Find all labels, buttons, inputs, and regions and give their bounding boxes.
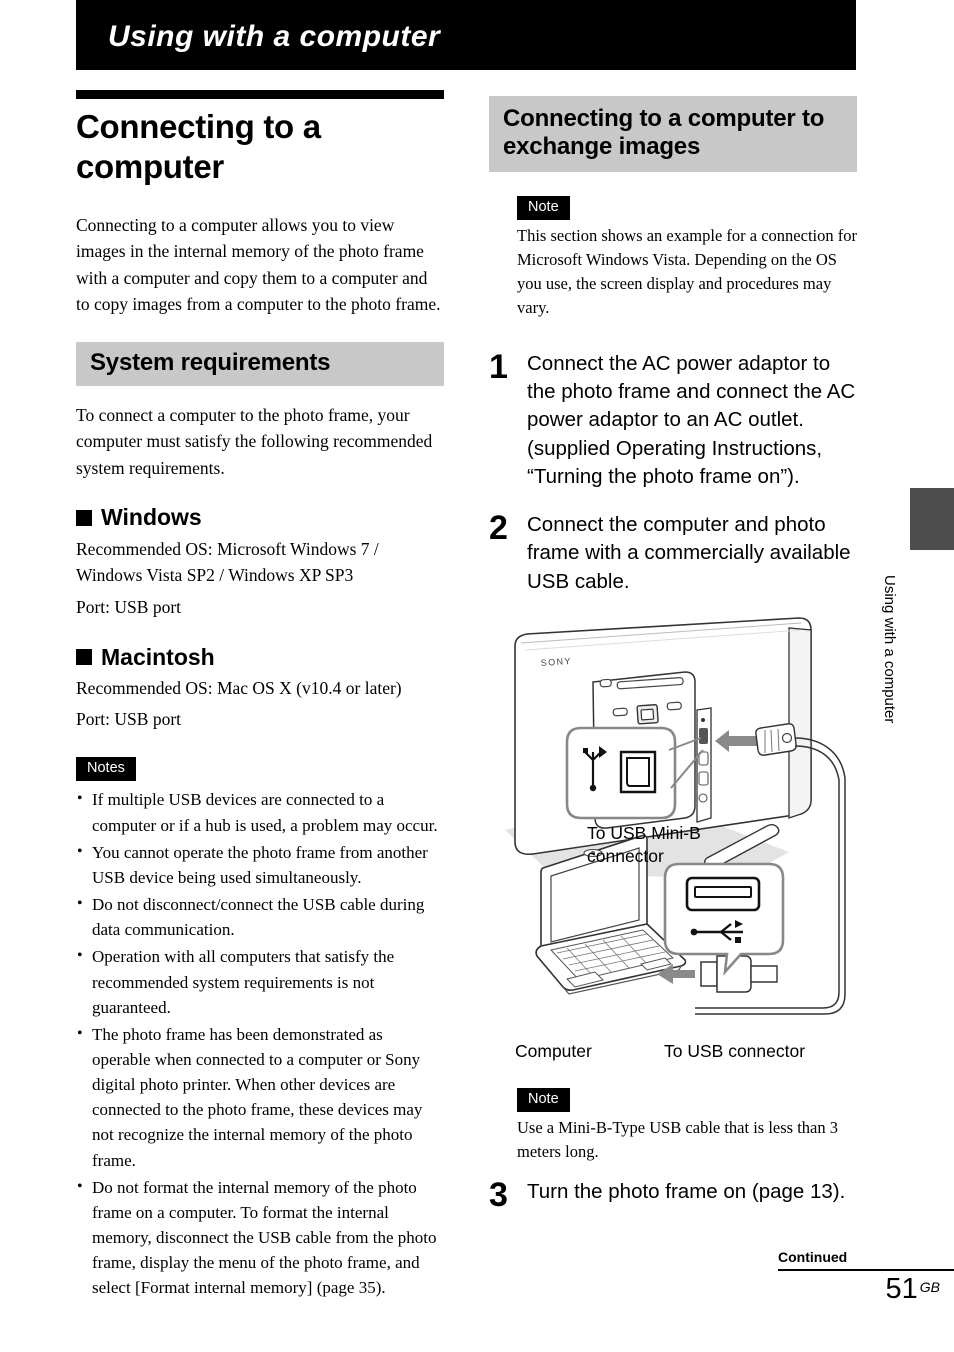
side-port-3: [698, 771, 709, 786]
list-item: If multiple USB devices are connected to…: [76, 787, 444, 837]
square-bullet-icon: [76, 510, 92, 527]
step-1-number: 1: [489, 347, 508, 386]
note-block-top: Note This section shows an example for a…: [517, 195, 857, 320]
intro-paragraph: Connecting to a computer allows you to v…: [76, 214, 441, 315]
list-item: Operation with all computers that satisf…: [76, 944, 444, 1019]
title-rule: [76, 90, 444, 99]
step-1: 1 Connect the AC power adaptor to the ph…: [489, 350, 857, 491]
step-3-number: 3: [489, 1176, 508, 1215]
side-jack: [698, 793, 708, 803]
note-top-text: This section shows an example for a conn…: [517, 226, 857, 317]
document-page: Using with a computer Connecting to a co…: [0, 0, 954, 1352]
step-1-text: Connect the AC power adaptor to the phot…: [527, 351, 856, 488]
left-column: Connecting to a computer Connecting to a…: [76, 90, 444, 1303]
usb-a-plug-tip: [700, 961, 718, 987]
plug-detail: [781, 732, 793, 744]
step-2-number: 2: [489, 509, 508, 548]
chapter-title: Using with a computer: [108, 20, 441, 53]
usb-mini-b-port: [699, 727, 708, 744]
step-2-text: Connect the computer and photo frame wit…: [527, 513, 851, 593]
page-title: Connecting to a computer: [76, 108, 321, 186]
windows-os-text: Recommended OS: Microsoft Windows 7 / Wi…: [76, 538, 379, 586]
list-item: The photo frame has been demonstrated as…: [76, 1022, 444, 1173]
figure-label-computer: Computer: [515, 1040, 592, 1061]
connection-illustration: SONY To USB Mini-B connector Computer To…: [489, 610, 857, 1070]
note-bottom-text: Use a Mini-B-Type USB cable that is less…: [517, 1118, 839, 1162]
port-left: [612, 707, 628, 717]
right-column: Connecting to a computer to exchange ima…: [489, 96, 857, 1212]
side-index-tab: [910, 488, 954, 550]
subheading-windows: Windows: [76, 505, 444, 530]
page-number-block: 51 GB: [778, 1271, 954, 1306]
dc-connector-inner: [640, 708, 655, 721]
continued-label: Continued: [778, 1249, 848, 1265]
note-block-bottom: Note Use a Mini-B-Type USB cable that is…: [517, 1087, 857, 1164]
subheading-windows-label: Windows: [101, 504, 202, 531]
system-requirements-body: To connect a computer to the photo frame…: [76, 404, 433, 478]
side-led: [701, 717, 705, 722]
note-badge-bottom: Note: [517, 1087, 570, 1113]
side-index-tab-label: Using with a computer: [881, 575, 898, 724]
chapter-header-bar: Using with a computer: [76, 0, 856, 70]
indicator-left: [599, 678, 612, 688]
photo-frame-edge: [788, 627, 812, 819]
notes-list: If multiple USB devices are connected to…: [76, 787, 444, 1300]
macintosh-port-text: Port: USB port: [76, 709, 182, 730]
usb-a-port-glyph-inner: [694, 885, 752, 898]
section-heading-system-requirements: System requirements: [76, 341, 444, 386]
subheading-macintosh: Macintosh: [76, 643, 444, 670]
windows-port-text: Port: USB port: [76, 596, 182, 617]
figure-label-usb-connector: To USB connector: [664, 1040, 806, 1061]
square-bullet-icon: [76, 649, 92, 666]
region-code: GB: [919, 1278, 940, 1295]
macintosh-os-text: Recommended OS: Mac OS X (v10.4 or later…: [76, 677, 402, 698]
figure-label-mini-b: To USB Mini-B connector: [587, 822, 701, 866]
page-number: 51: [885, 1273, 918, 1305]
page-footer: Continued 51 GB: [778, 1249, 954, 1306]
step-3-text: Turn the photo frame on (page 13).: [527, 1180, 846, 1204]
list-item: Do not format the internal memory of the…: [76, 1175, 444, 1301]
section-heading-exchange-images: Connecting to a computer to exchange ima…: [489, 96, 857, 172]
mini-b-port-glyph-inner: [626, 756, 650, 787]
notes-badge: Notes: [76, 757, 136, 782]
step-3: 3 Turn the photo frame on (page 13).: [489, 1176, 857, 1215]
subheading-macintosh-label: Macintosh: [101, 643, 215, 670]
note-badge-top: Note: [517, 195, 570, 221]
port-right: [666, 701, 682, 711]
list-item: You cannot operate the photo frame from …: [76, 840, 444, 890]
usb-a-plug-strain: [750, 965, 778, 983]
step-2: 2 Connect the computer and photo frame w…: [489, 511, 857, 596]
list-item: Do not disconnect/connect the USB cable …: [76, 892, 444, 942]
